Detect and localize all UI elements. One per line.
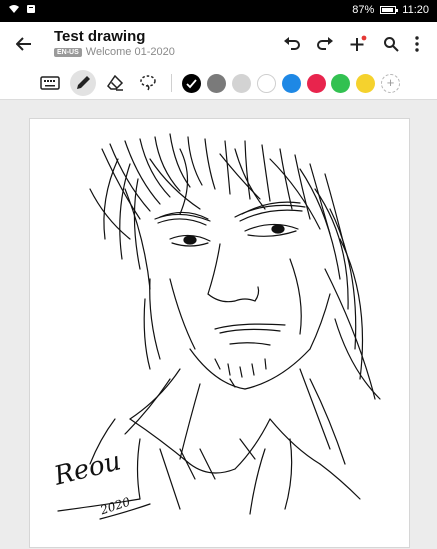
notebook-name: Welcome 01-2020 <box>85 46 175 58</box>
undo-icon <box>284 37 300 50</box>
page-title: Test drawing <box>54 28 146 45</box>
color-swatch-gray[interactable] <box>207 74 226 93</box>
notification-icon <box>26 4 36 17</box>
lasso-icon <box>140 75 156 91</box>
pen-icon <box>77 76 90 89</box>
color-swatch-red[interactable] <box>307 74 326 93</box>
color-swatch-green[interactable] <box>331 74 350 93</box>
drawing-toolbar: + <box>0 66 437 100</box>
battery-icon <box>380 6 399 14</box>
keyboard-icon <box>40 76 60 90</box>
redo-icon <box>317 37 333 50</box>
plus-icon: + <box>386 75 395 90</box>
eraser-icon <box>107 75 124 91</box>
color-swatch-light-gray[interactable] <box>232 74 251 93</box>
note-subtitle: EN-US Welcome 01-2020 <box>54 46 175 58</box>
color-swatch-white[interactable] <box>257 74 276 93</box>
wifi-icon <box>8 4 20 17</box>
more-vertical-icon <box>415 36 419 52</box>
add-button[interactable] <box>346 32 370 56</box>
more-options-button[interactable] <box>405 32 429 56</box>
canvas-area[interactable]: Reou 2020 <box>0 100 437 548</box>
language-badge: EN-US <box>54 47 82 57</box>
color-swatch-black[interactable] <box>182 74 201 93</box>
keyboard-tool[interactable] <box>37 70 63 96</box>
lasso-tool[interactable] <box>135 70 161 96</box>
redo-button[interactable] <box>313 32 337 56</box>
clock: 11:20 <box>402 4 429 16</box>
plus-icon <box>350 35 367 51</box>
arrow-left-icon <box>16 37 31 51</box>
color-swatch-yellow[interactable] <box>356 74 375 93</box>
pen-tool[interactable] <box>70 70 96 96</box>
toolbar-divider <box>171 74 172 92</box>
back-button[interactable] <box>12 32 36 56</box>
app-bar: Test drawing EN-US Welcome 01-2020 <box>0 22 437 66</box>
color-swatch-blue[interactable] <box>282 74 301 93</box>
search-icon <box>384 37 399 52</box>
battery-percent: 87% <box>352 4 375 16</box>
eraser-tool[interactable] <box>102 70 128 96</box>
status-bar: 87% 11:20 <box>0 0 437 22</box>
drawing-page[interactable]: Reou 2020 <box>29 118 410 548</box>
undo-button[interactable] <box>280 32 304 56</box>
check-icon <box>186 79 197 89</box>
search-button[interactable] <box>379 32 403 56</box>
add-color-button[interactable]: + <box>381 74 400 93</box>
